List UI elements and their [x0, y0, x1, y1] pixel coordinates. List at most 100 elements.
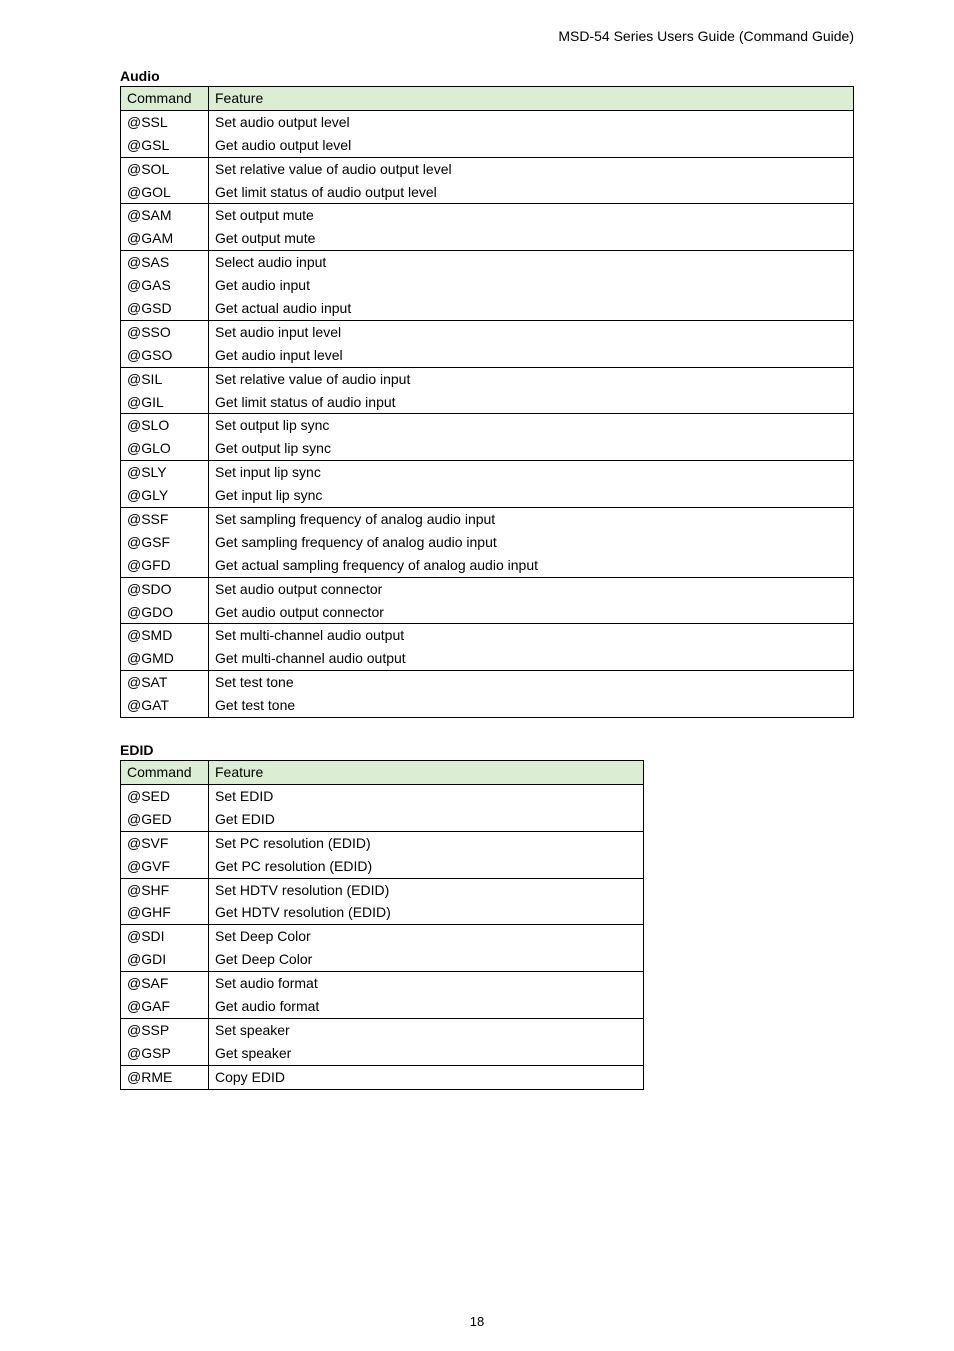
- table-row: @SOL@GOLSet relative value of audio outp…: [121, 157, 854, 204]
- feature-cell: Set Deep ColorGet Deep Color: [209, 925, 644, 972]
- audio-section-title: Audio: [120, 68, 854, 84]
- command-text: @SDO: [121, 578, 208, 601]
- table-row: @SAM@GAMSet output muteGet output mute: [121, 204, 854, 251]
- feature-text: Get limit status of audio input: [209, 391, 853, 414]
- command-text: @RME: [121, 1066, 208, 1089]
- command-text: @SSF: [121, 508, 208, 531]
- table-row: @SVF@GVFSet PC resolution (EDID)Get PC r…: [121, 831, 644, 878]
- command-cell: @SMD@GMD: [121, 624, 209, 671]
- command-cell: @SSF@GSF@GFD: [121, 508, 209, 578]
- table-row: @RMECopy EDID: [121, 1065, 644, 1089]
- feature-text: Set audio output connector: [209, 578, 853, 601]
- feature-text: Set Deep Color: [209, 925, 643, 948]
- command-cell: @SSO@GSO: [121, 320, 209, 367]
- command-text: @GLO: [121, 437, 208, 460]
- feature-cell: Select audio inputGet audio inputGet act…: [209, 251, 854, 321]
- feature-cell: Set output muteGet output mute: [209, 204, 854, 251]
- feature-cell: Set EDIDGet EDID: [209, 784, 644, 831]
- feature-text: Set PC resolution (EDID): [209, 832, 643, 855]
- command-cell: @SHF@GHF: [121, 878, 209, 925]
- command-cell: @RME: [121, 1065, 209, 1089]
- feature-text: Get audio output connector: [209, 601, 853, 624]
- command-text: @GSP: [121, 1042, 208, 1065]
- feature-text: Get audio format: [209, 995, 643, 1018]
- feature-cell: Set audio output levelGet audio output l…: [209, 110, 854, 157]
- feature-text: Get speaker: [209, 1042, 643, 1065]
- feature-cell: Set input lip syncGet input lip sync: [209, 461, 854, 508]
- command-cell: @SAM@GAM: [121, 204, 209, 251]
- feature-text: Set audio input level: [209, 321, 853, 344]
- command-text: @GIL: [121, 391, 208, 414]
- table-row: @SMD@GMDSet multi-channel audio outputGe…: [121, 624, 854, 671]
- command-text: @GLY: [121, 484, 208, 507]
- command-text: @GDI: [121, 948, 208, 971]
- command-cell: @SAF@GAF: [121, 972, 209, 1019]
- feature-text: Get input lip sync: [209, 484, 853, 507]
- feature-text: Get output mute: [209, 227, 853, 250]
- table-row: @SDI@GDISet Deep ColorGet Deep Color: [121, 925, 644, 972]
- feature-cell: Set relative value of audio output level…: [209, 157, 854, 204]
- feature-text: Get actual sampling frequency of analog …: [209, 554, 853, 577]
- table-row: @SSP@GSPSet speakerGet speaker: [121, 1018, 644, 1065]
- feature-cell: Copy EDID: [209, 1065, 644, 1089]
- command-cell: @SVF@GVF: [121, 831, 209, 878]
- command-cell: @SSL@GSL: [121, 110, 209, 157]
- command-text: @SSP: [121, 1019, 208, 1042]
- feature-text: Get multi-channel audio output: [209, 647, 853, 670]
- feature-text: Get test tone: [209, 694, 853, 717]
- command-text: @GSO: [121, 344, 208, 367]
- table-row: @SAF@GAFSet audio formatGet audio format: [121, 972, 644, 1019]
- feature-cell: Set output lip syncGet output lip sync: [209, 414, 854, 461]
- command-text: @SLY: [121, 461, 208, 484]
- feature-cell: Set test toneGet test tone: [209, 671, 854, 718]
- audio-col-feature: Feature: [209, 87, 854, 111]
- audio-table: Command Feature @SSL@GSLSet audio output…: [120, 86, 854, 718]
- feature-cell: Set audio output connectorGet audio outp…: [209, 577, 854, 624]
- command-cell: @SED@GED: [121, 784, 209, 831]
- feature-text: Get audio input: [209, 274, 853, 297]
- command-text: @GAS: [121, 274, 208, 297]
- feature-text: Get PC resolution (EDID): [209, 855, 643, 878]
- table-row: @SAT@GATSet test toneGet test tone: [121, 671, 854, 718]
- command-text: @GDO: [121, 601, 208, 624]
- feature-text: Set test tone: [209, 671, 853, 694]
- command-text: @SAT: [121, 671, 208, 694]
- feature-cell: Set HDTV resolution (EDID)Get HDTV resol…: [209, 878, 644, 925]
- command-text: @GAT: [121, 694, 208, 717]
- page-number: 18: [0, 1314, 954, 1329]
- feature-text: Get EDID: [209, 808, 643, 831]
- feature-cell: Set relative value of audio inputGet lim…: [209, 367, 854, 414]
- feature-text: Copy EDID: [209, 1066, 643, 1089]
- feature-text: Set multi-channel audio output: [209, 624, 853, 647]
- command-text: @GMD: [121, 647, 208, 670]
- edid-col-command: Command: [121, 761, 209, 785]
- command-cell: @SLY@GLY: [121, 461, 209, 508]
- command-text: @GFD: [121, 554, 208, 577]
- command-text: @GOL: [121, 181, 208, 204]
- feature-text: Set speaker: [209, 1019, 643, 1042]
- command-text: @SLO: [121, 414, 208, 437]
- command-text: @GVF: [121, 855, 208, 878]
- feature-cell: Set speakerGet speaker: [209, 1018, 644, 1065]
- command-text: @SVF: [121, 832, 208, 855]
- feature-text: Set audio output level: [209, 111, 853, 134]
- table-row: @SAS@GAS@GSDSelect audio inputGet audio …: [121, 251, 854, 321]
- command-cell: @SDI@GDI: [121, 925, 209, 972]
- command-text: @GSL: [121, 134, 208, 157]
- table-row: @SLO@GLOSet output lip syncGet output li…: [121, 414, 854, 461]
- feature-text: Set output mute: [209, 204, 853, 227]
- feature-text: Get audio input level: [209, 344, 853, 367]
- table-row: @SHF@GHFSet HDTV resolution (EDID)Get HD…: [121, 878, 644, 925]
- command-cell: @SAT@GAT: [121, 671, 209, 718]
- edid-section-title: EDID: [120, 742, 854, 758]
- feature-cell: Set sampling frequency of analog audio i…: [209, 508, 854, 578]
- feature-text: Get HDTV resolution (EDID): [209, 901, 643, 924]
- command-cell: @SOL@GOL: [121, 157, 209, 204]
- table-row: @SSF@GSF@GFDSet sampling frequency of an…: [121, 508, 854, 578]
- command-text: @SIL: [121, 368, 208, 391]
- command-text: @GHF: [121, 901, 208, 924]
- edid-table: Command Feature @SED@GEDSet EDIDGet EDID…: [120, 760, 644, 1089]
- command-text: @GAM: [121, 227, 208, 250]
- table-row: @SIL@GILSet relative value of audio inpu…: [121, 367, 854, 414]
- command-text: @SSL: [121, 111, 208, 134]
